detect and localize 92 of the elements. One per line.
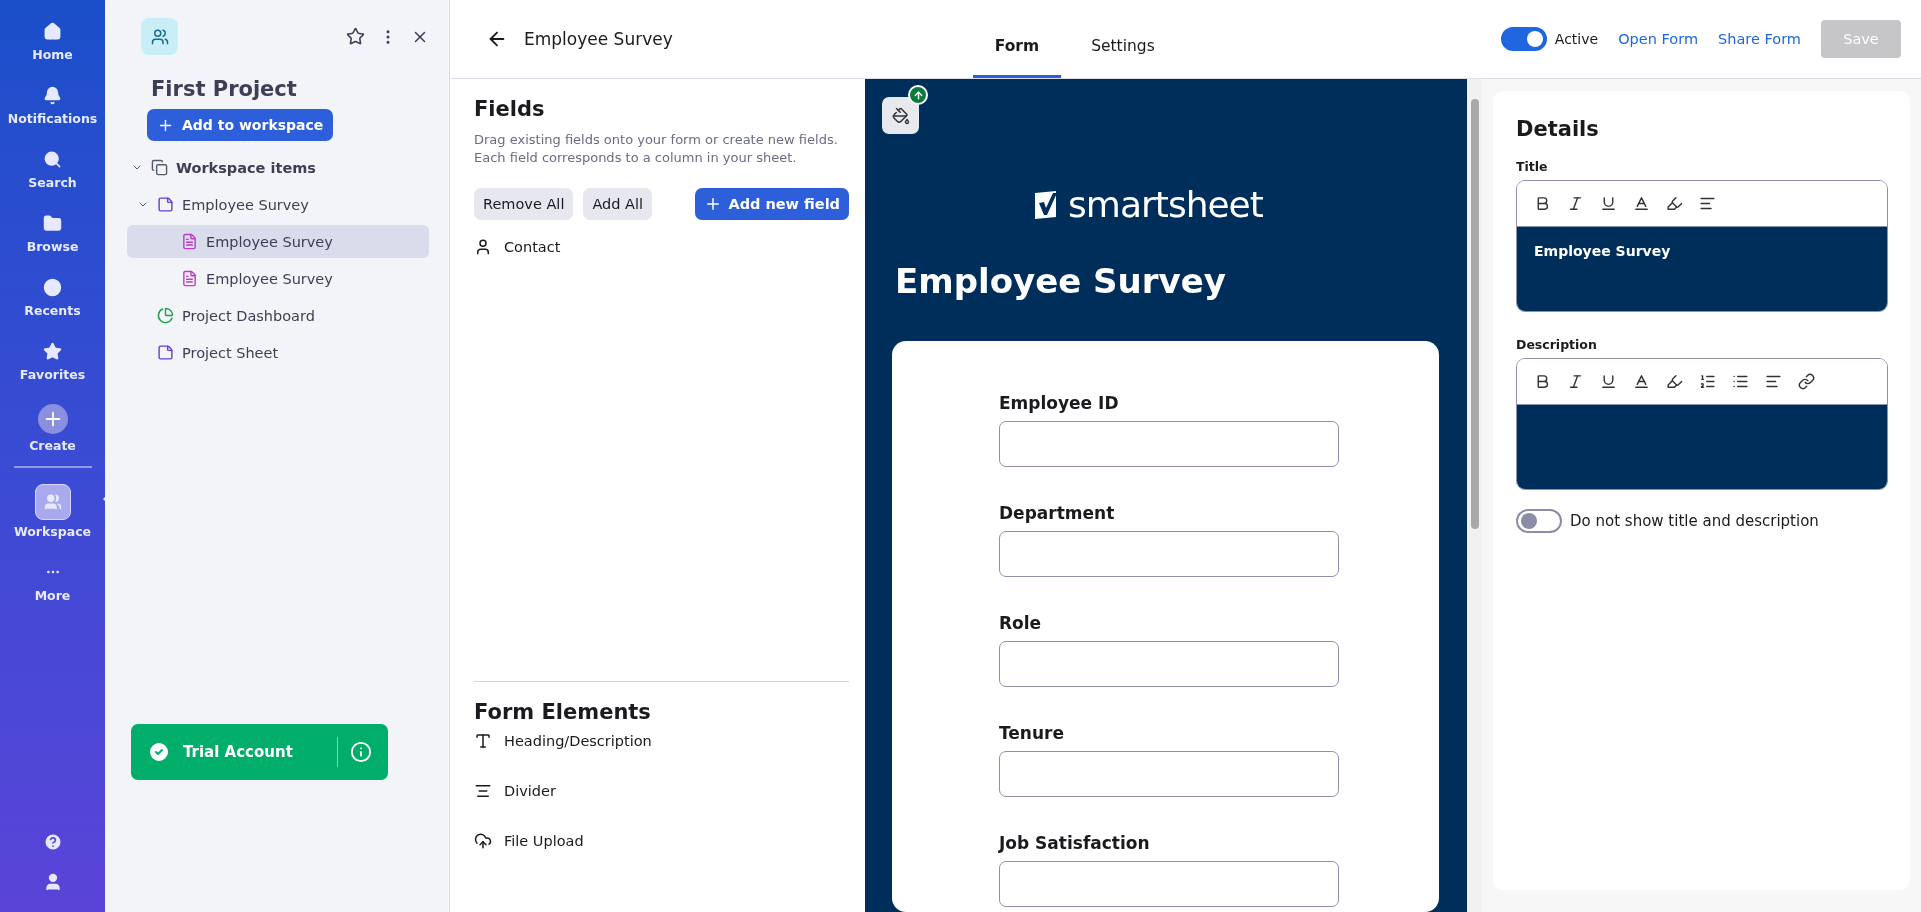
active-toggle[interactable] bbox=[1500, 27, 1547, 51]
highlight-icon[interactable] bbox=[1666, 373, 1683, 390]
editor-text: Employee Survey bbox=[1534, 243, 1671, 259]
logo-wordmark: smartsheet bbox=[1068, 184, 1263, 225]
header-link[interactable]: Open Form bbox=[1618, 31, 1698, 47]
project-title: First Project bbox=[151, 77, 298, 101]
help-icon[interactable] bbox=[42, 832, 63, 852]
field-action-button[interactable]: Add All bbox=[583, 188, 653, 221]
nav-item[interactable]: Browse bbox=[2, 206, 103, 270]
tree-item[interactable]: Employee Survey bbox=[127, 262, 429, 295]
pie-chart-icon bbox=[157, 307, 174, 324]
form-title: Employee Survey bbox=[895, 261, 1227, 301]
rich-text-editor[interactable]: Employee Survey bbox=[1516, 180, 1888, 312]
underline-icon[interactable] bbox=[1600, 195, 1617, 212]
paint-bucket-icon bbox=[891, 106, 910, 125]
add-field-button[interactable]: Add new field bbox=[695, 188, 849, 221]
trial-label: Trial Account bbox=[183, 743, 294, 761]
color-icon[interactable] bbox=[1633, 373, 1650, 390]
form-elements-heading: Form Elements bbox=[474, 700, 652, 724]
input-field[interactable] bbox=[999, 861, 1339, 907]
field-action-button[interactable]: Remove All bbox=[474, 188, 574, 221]
fields-description: Drag existing fields onto your form or create new fields. Each field corresponds to a column in your sheet. bbox=[474, 131, 839, 167]
editor-label: Title bbox=[1516, 159, 1549, 174]
field-label: Role bbox=[999, 613, 1043, 633]
nav-item[interactable]: Favorites bbox=[2, 334, 103, 398]
tree-item[interactable]: Project Dashboard bbox=[127, 299, 429, 332]
input-field[interactable] bbox=[999, 531, 1339, 577]
link-icon[interactable] bbox=[1798, 373, 1815, 390]
tree-item[interactable]: Employee Survey bbox=[127, 225, 429, 258]
highlight-icon[interactable] bbox=[1666, 195, 1683, 212]
nav-item[interactable]: Search bbox=[2, 142, 103, 206]
input-field[interactable] bbox=[999, 751, 1339, 797]
upgrade-badge bbox=[908, 85, 928, 105]
align-icon[interactable] bbox=[1699, 195, 1716, 212]
field-item[interactable]: Contact bbox=[474, 236, 849, 259]
italic-icon[interactable] bbox=[1567, 195, 1584, 212]
active-label: Active bbox=[1554, 31, 1599, 47]
sheet-icon bbox=[157, 344, 174, 361]
field-label: Tenure bbox=[999, 723, 1065, 743]
cloud-upload-icon bbox=[474, 832, 492, 850]
person-icon bbox=[474, 238, 492, 257]
form-icon bbox=[181, 233, 198, 250]
underline-icon[interactable] bbox=[1600, 373, 1617, 390]
rich-text-editor[interactable] bbox=[1516, 358, 1888, 490]
input-field[interactable] bbox=[999, 641, 1339, 687]
plus-icon bbox=[37, 404, 68, 434]
color-icon[interactable] bbox=[1633, 195, 1650, 212]
numbered-icon[interactable] bbox=[1699, 373, 1716, 390]
nav-item[interactable]: Recents bbox=[2, 270, 103, 334]
lines-icon bbox=[474, 782, 492, 800]
check-icon bbox=[147, 740, 171, 764]
nav-item[interactable]: More bbox=[2, 554, 103, 618]
nav-item[interactable]: Notifications bbox=[2, 78, 103, 142]
input-field[interactable] bbox=[999, 421, 1339, 467]
text-icon bbox=[474, 732, 492, 750]
star-icon[interactable] bbox=[346, 27, 365, 46]
star-icon bbox=[43, 342, 62, 361]
editor-label: Description bbox=[1516, 337, 1598, 352]
form-element-item[interactable]: File Upload bbox=[474, 830, 849, 852]
stack-icon bbox=[151, 159, 168, 176]
field-label: Employee ID bbox=[999, 393, 1120, 413]
tree-item[interactable]: Workspace items bbox=[127, 151, 429, 184]
home-icon bbox=[43, 22, 62, 41]
header-title: Employee Survey bbox=[524, 29, 673, 49]
scrollbar[interactable] bbox=[1467, 79, 1482, 912]
tree-item[interactable]: Employee Survey bbox=[127, 188, 429, 221]
hide-title-toggle[interactable] bbox=[1516, 509, 1562, 533]
sheet-icon bbox=[157, 196, 174, 213]
bulleted-icon[interactable] bbox=[1732, 373, 1749, 390]
add-to-workspace-button[interactable]: Add to workspace bbox=[147, 109, 334, 141]
field-label: Job Satisfaction bbox=[999, 833, 1151, 853]
search-icon bbox=[43, 150, 62, 169]
italic-icon[interactable] bbox=[1567, 373, 1584, 390]
tab[interactable]: Settings bbox=[1069, 0, 1177, 78]
nav-item[interactable]: Home bbox=[2, 14, 103, 78]
info-icon[interactable] bbox=[350, 741, 372, 763]
tree-item[interactable]: Project Sheet bbox=[127, 336, 429, 369]
fields-heading: Fields bbox=[474, 97, 546, 121]
field-label: Department bbox=[999, 503, 1116, 523]
align-icon[interactable] bbox=[1765, 373, 1782, 390]
theme-button[interactable] bbox=[882, 97, 919, 134]
folder-icon bbox=[43, 214, 62, 233]
workspace-icon bbox=[141, 18, 178, 55]
form-element-item[interactable]: Heading/Description bbox=[474, 730, 849, 752]
nav-item[interactable]: Create bbox=[2, 398, 103, 462]
form-element-item[interactable]: Divider bbox=[474, 780, 849, 802]
hide-title-label: Do not show title and description bbox=[1570, 512, 1819, 530]
bell-icon bbox=[43, 86, 62, 105]
people-icon bbox=[34, 484, 71, 520]
header-link[interactable]: Share Form bbox=[1718, 31, 1801, 47]
details-heading: Details bbox=[1516, 117, 1600, 141]
form-icon bbox=[181, 270, 198, 287]
